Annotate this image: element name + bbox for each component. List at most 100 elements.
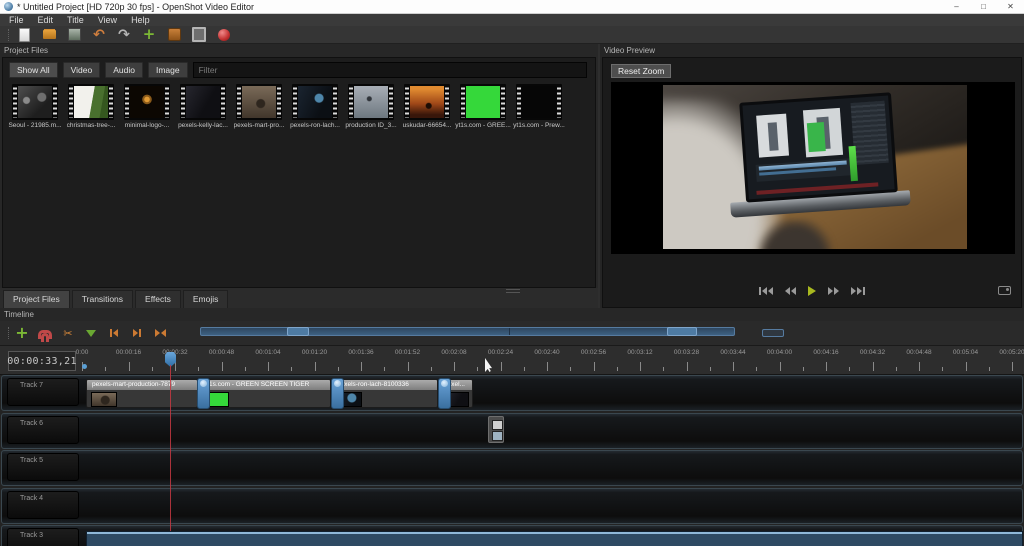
menu-file[interactable]: File [2, 14, 31, 26]
track-lane-track-5[interactable]: Track 5 [1, 450, 1023, 486]
tab-project-files[interactable]: Project Files [3, 290, 70, 308]
vertical-splitter[interactable] [598, 44, 600, 308]
save-project-icon[interactable] [67, 28, 81, 42]
file-item-pexels-ron-lach[interactable]: pexels-ron-lach... [287, 84, 343, 129]
file-item-pexels-mart-pro[interactable]: pexels-mart-pro... [231, 84, 287, 129]
mini-clip[interactable] [488, 416, 504, 443]
close-button[interactable]: ✕ [997, 0, 1024, 13]
track-lane-track-7[interactable]: Track 7pexels-mart-production-7879yt1s.c… [1, 375, 1023, 411]
clip-title: pexels-mart-production-7879 [87, 380, 197, 390]
razor-icon[interactable]: ✂ [61, 325, 75, 341]
video-letterbox [611, 82, 1015, 254]
video-preview-body: Reset Zoom [602, 57, 1022, 308]
filter-show-all[interactable]: Show All [9, 62, 58, 78]
ruler-label: 00:01:04 [255, 349, 280, 356]
jump-start-button[interactable] [757, 285, 775, 297]
clip-pexels-mart-production-7879[interactable]: pexels-mart-production-7879 [86, 379, 198, 408]
snapping-icon[interactable] [38, 330, 52, 339]
file-item-seoul-21985-m[interactable]: Seoul - 21985.m... [7, 84, 63, 129]
project-files-body: Show All VideoAudio Image Seoul - 21985.m.… [2, 57, 596, 288]
timeline-zoom-slider[interactable] [200, 327, 735, 336]
file-item-pexels-kelly-lac[interactable]: pexels-kelly-lac... [175, 84, 231, 129]
file-thumbnail [236, 84, 282, 120]
ruler-label: 00:01:36 [348, 349, 373, 356]
zoom-slider-handle[interactable] [287, 327, 309, 336]
fast-forward-button[interactable] [826, 285, 841, 297]
previous-marker-icon[interactable] [107, 325, 121, 341]
new-project-icon[interactable] [17, 28, 31, 42]
file-thumbnail [68, 84, 114, 120]
file-item-yt1s-com-prew[interactable]: yt1s.com - Prew... [511, 84, 567, 129]
tab-effects[interactable]: Effects [135, 290, 181, 308]
open-project-icon[interactable] [42, 28, 56, 42]
import-files-icon[interactable]: + [142, 28, 156, 42]
external-monitor-icon[interactable] [998, 286, 1011, 295]
playhead-line [170, 365, 171, 531]
transition[interactable] [331, 378, 344, 409]
filter-audio[interactable]: Audio [105, 62, 143, 78]
next-marker-icon[interactable] [130, 325, 144, 341]
maximize-button[interactable]: □ [970, 0, 997, 13]
reset-zoom-button[interactable]: Reset Zoom [611, 64, 671, 78]
ruler-label: 00:02:08 [441, 349, 466, 356]
file-item-christmas-tree[interactable]: christmas-tree-... [63, 84, 119, 129]
menu-edit[interactable]: Edit [31, 14, 61, 26]
timeline-ruler[interactable]: 00:00:33,21 0:0000:00:1600:00:3200:00:48… [0, 345, 1024, 375]
zoom-slider-thumb[interactable] [762, 329, 784, 337]
filter-video[interactable]: Video [63, 62, 101, 78]
filter-buttons: Show All VideoAudio Image [9, 62, 188, 78]
track-lane-track-3[interactable]: Track 3 [1, 525, 1023, 546]
filter-input[interactable] [193, 62, 587, 78]
add-track-icon[interactable]: + [15, 325, 29, 341]
file-item-minimal-logo[interactable]: minimal-logo-... [119, 84, 175, 129]
center-playhead-icon[interactable] [153, 325, 167, 341]
ruler-label: 00:00:16 [116, 349, 141, 356]
splitter-handle[interactable] [506, 289, 520, 293]
toolbar-grip[interactable] [8, 29, 10, 41]
redo-icon[interactable]: ↷ [117, 28, 131, 42]
track-lane-track-4[interactable]: Track 4 [1, 488, 1023, 524]
clip-thumbnail [91, 392, 117, 407]
file-item-yt1s-com-gree[interactable]: yt1s.com - GREE... [455, 84, 511, 129]
project-files-panel-title: Project Files [0, 44, 598, 57]
jump-end-button[interactable] [849, 285, 867, 297]
timeline-marker[interactable] [82, 364, 87, 369]
tab-emojis[interactable]: Emojis [183, 290, 229, 308]
choose-profile-icon[interactable] [167, 28, 181, 42]
preview-video[interactable] [663, 85, 967, 249]
filter-image[interactable]: Image [148, 62, 188, 78]
minimize-button[interactable]: – [943, 0, 970, 13]
tab-transitions[interactable]: Transitions [72, 290, 133, 308]
timeline-toolbar-grip[interactable] [8, 327, 10, 339]
track-lane-track-6[interactable]: Track 6 [1, 413, 1023, 449]
file-name: pexels-ron-lach... [290, 122, 340, 129]
file-thumbnail [124, 84, 170, 120]
track3-clip[interactable] [86, 531, 1023, 546]
file-name: production ID_3... [345, 122, 396, 129]
zoom-slider-handle[interactable] [667, 327, 697, 336]
preview-editing-pane-2 [803, 108, 843, 157]
undo-icon[interactable]: ↶ [92, 28, 106, 42]
menu-title[interactable]: Title [60, 14, 91, 26]
transition[interactable] [438, 378, 451, 409]
titlebar: * Untitled Project [HD 720p 30 fps] - Op… [0, 0, 1024, 14]
add-marker-icon[interactable] [84, 325, 98, 341]
track-label: Track 3 [7, 528, 79, 546]
rewind-button[interactable] [783, 285, 798, 297]
filter-row: Show All VideoAudio Image [9, 62, 587, 78]
play-button[interactable] [806, 285, 818, 297]
file-name: uskudar-66654... [403, 122, 452, 129]
transition[interactable] [197, 378, 210, 409]
clip-pexels-ron-lach-8100336[interactable]: pexels-ron-lach-8100336 [331, 379, 438, 408]
ruler-label: 00:05:04 [953, 349, 978, 356]
clip-yt1s-com-green-screen-tiger[interactable]: yt1s.com - GREEN SCREEN TIGER [198, 379, 331, 408]
ruler-label: 00:02:40 [534, 349, 559, 356]
file-item-production-id-3[interactable]: production ID_3... [343, 84, 399, 129]
menu-view[interactable]: View [91, 14, 124, 26]
file-item-uskudar-66654[interactable]: uskudar-66654... [399, 84, 455, 129]
fullscreen-icon[interactable] [192, 28, 206, 42]
timeline-panel: Timeline [0, 308, 1024, 321]
ruler-label: 00:01:52 [395, 349, 420, 356]
export-video-icon[interactable] [217, 28, 231, 42]
ruler-label: 00:00:48 [209, 349, 234, 356]
